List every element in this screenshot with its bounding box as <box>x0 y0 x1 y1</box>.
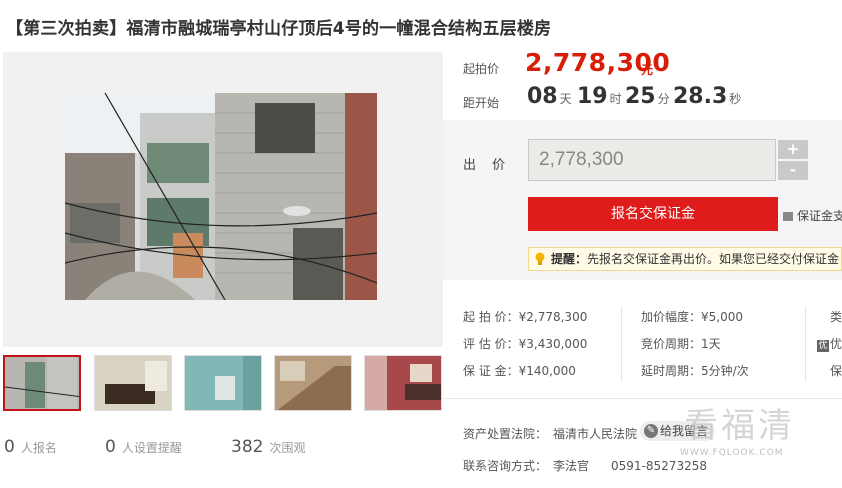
bid-input[interactable]: 2,778,300 <box>528 139 776 181</box>
countdown-hours: 19 时 <box>577 84 622 109</box>
increase-bid-button[interactable]: + <box>778 140 808 159</box>
info-delay: 延时周期：5分钟/次 <box>641 364 749 378</box>
stat-views: 382 次围观 <box>231 437 306 457</box>
stat-reminders: 0 人设置提醒 <box>105 437 182 457</box>
countdown-seconds: 28.3 秒 <box>673 84 742 109</box>
chat-icon: ✎ <box>644 424 658 438</box>
court-info: 资产处置法院： 福清市人民法院 <box>463 427 638 441</box>
main-image-area <box>3 52 443 347</box>
page-title: 【第三次拍卖】福清市融城瑞亭村山仔顶后4号的一幢混合结构五层楼房 <box>6 19 552 39</box>
deposit-link[interactable]: 保证金支 <box>783 207 842 224</box>
info-col3-priority: 优优 <box>817 337 842 352</box>
info-appraisal: 评 估 价：¥3,430,000 <box>463 337 588 351</box>
countdown-row: 距开始 08 天 19 时 25 分 28.3 秒 <box>463 84 842 114</box>
thumbnail-5[interactable] <box>364 355 442 411</box>
info-start-price: 起 拍 价：¥2,778,300 <box>463 310 588 324</box>
contact-info: 联系咨询方式： 李法官 0591-85273258 <box>463 459 707 473</box>
thumbnail-4[interactable] <box>274 355 352 411</box>
starting-price-label: 起拍价 <box>463 62 500 76</box>
stat-signups: 0 人报名 <box>4 437 57 457</box>
price-unit: 元 <box>641 63 654 77</box>
decrease-bid-button[interactable]: - <box>778 161 808 180</box>
court-name: 福清市人民法院 <box>553 427 638 441</box>
auction-info-grid: 起 拍 价：¥2,778,300 评 估 价：¥3,430,000 保 证 金：… <box>443 296 842 392</box>
info-col3-type: 类 <box>830 310 842 324</box>
site-watermark: 看福清 WWW.FQLOOK.COM <box>680 406 795 458</box>
thumbnail-1[interactable] <box>3 355 81 411</box>
info-divider-1 <box>621 306 622 382</box>
countdown-days: 08 天 <box>527 84 572 109</box>
thumbnail-strip <box>3 355 443 413</box>
thumbnail-2[interactable] <box>94 355 172 411</box>
bid-panel: 出 价 2,778,300 + - 报名交保证金 保证金支 提醒：先报名交保证金… <box>443 120 842 280</box>
apply-deposit-button[interactable]: 报名交保证金 <box>528 197 778 231</box>
starting-price-row: 起拍价 2,778,300 元 <box>463 46 842 80</box>
info-col3-guarantee: 保 <box>830 364 842 378</box>
priority-badge-icon: 优 <box>817 340 829 352</box>
info-divider-2 <box>805 306 806 382</box>
thumbnail-3[interactable] <box>184 355 262 411</box>
contact-name: 李法官 <box>553 459 590 473</box>
info-cycle: 竞价周期：1天 <box>641 337 721 351</box>
lightbulb-icon <box>535 252 545 265</box>
stats-bar: 0 人报名 0 人设置提醒 382 次围观 <box>4 437 444 461</box>
info-deposit: 保 证 金：¥140,000 <box>463 364 576 378</box>
main-photo[interactable] <box>65 93 377 300</box>
info-increment: 加价幅度：¥5,000 <box>641 310 743 324</box>
bid-label: 出 价 <box>463 158 512 173</box>
countdown-label: 距开始 <box>463 96 500 110</box>
reminder-tip: 提醒：先报名交保证金再出价。如果您已经交付保证金 <box>528 247 842 271</box>
card-icon <box>783 212 793 221</box>
countdown-minutes: 25 分 <box>625 84 670 109</box>
